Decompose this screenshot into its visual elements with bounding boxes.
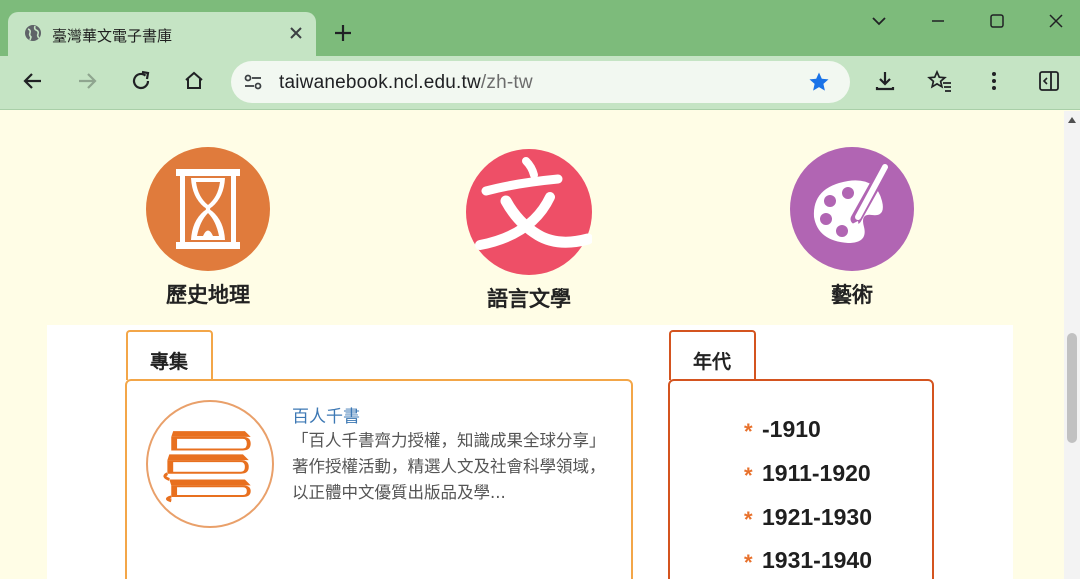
books-icon [163,431,251,503]
hourglass-icon [176,169,240,249]
download-icon[interactable] [872,68,898,94]
globe-icon [25,25,41,41]
close-icon[interactable] [286,23,306,43]
tab-collection[interactable]: 專集 [126,330,213,380]
url-text: taiwanebook.ncl.edu.tw/zh-tw [279,72,533,94]
category-history-circle[interactable] [146,147,270,271]
side-panel-icon[interactable] [1036,68,1062,94]
content-area: 專集 百人千書 「百人千書齊力授權，知識成果全球分享」著作授權活動，精選人文及社… [47,325,1013,579]
era-panel: * -1910 * 1911-1920 * 1921-1930 * 1931-1… [668,379,934,579]
web-page: 歷史地理 語言文學 藝術 專集 百人千書 「百人千書齊力授權，知識成果全球分享」… [0,111,1064,579]
maximize-icon[interactable] [984,8,1010,34]
decade-link[interactable]: * 1921-1930 [744,497,872,537]
collection-item-title[interactable]: 百人千書 [292,402,360,427]
decade-link[interactable]: * -1910 [744,409,821,449]
page-scrollbar[interactable] [1064,111,1080,579]
tab-collection-label: 專集 [150,351,189,373]
new-tab-icon[interactable] [331,21,355,45]
collection-panel: 百人千書 「百人千書齊力授權，知識成果全球分享」著作授權活動，精選人文及社會科學… [125,379,633,579]
category-label: 藝術 [831,283,873,307]
tab-strip: 臺灣華文電子書庫 [0,0,1080,56]
decade-label: 1911-1920 [762,459,871,486]
tab-era[interactable]: 年代 [669,330,756,380]
tab-title: 臺灣華文電子書庫 [52,27,173,45]
decade-link[interactable]: * 1911-1920 [744,453,871,493]
category-language-literature[interactable]: 語言文學 [466,149,594,313]
tab-search-chevron-icon[interactable] [866,8,892,34]
category-arts-circle[interactable] [790,147,914,271]
back-arrow-icon[interactable] [20,68,46,94]
decade-label: 1931-1940 [762,546,872,573]
collection-item-image[interactable] [146,400,274,528]
url-path: /zh-tw [480,72,533,93]
asterisk-icon: * [744,550,753,575]
decade-label: -1910 [762,415,821,442]
asterisk-icon: * [744,507,753,532]
palette-icon [813,163,890,243]
forward-arrow-icon[interactable] [74,68,100,94]
asterisk-icon: * [744,463,753,488]
reload-icon[interactable] [128,68,154,94]
bookmarks-list-icon[interactable] [927,68,953,94]
window-close-icon[interactable] [1043,8,1069,34]
scrollbar-thumb[interactable] [1067,333,1077,443]
category-arts[interactable]: 藝術 [790,147,914,309]
collection-item-description: 「百人千書齊力授權，知識成果全球分享」著作授權活動，精選人文及社會科學領域，以正… [292,431,606,502]
address-bar[interactable]: taiwanebook.ncl.edu.tw/zh-tw [231,61,850,103]
browser-tab[interactable]: 臺灣華文電子書庫 [8,12,316,56]
url-host: taiwanebook.ncl.edu.tw [279,72,481,93]
category-literature-circle[interactable] [466,149,594,275]
minimize-icon[interactable] [925,8,951,34]
site-info-icon[interactable] [241,70,265,94]
asterisk-icon: * [744,419,753,444]
scroll-up-arrow-icon[interactable] [1068,117,1076,123]
category-label: 歷史地理 [166,283,250,307]
decade-link[interactable]: * 1931-1940 [744,540,872,579]
home-icon[interactable] [181,68,207,94]
decade-label: 1921-1930 [762,503,872,530]
browser-toolbar: taiwanebook.ncl.edu.tw/zh-tw [0,56,1080,110]
category-label: 語言文學 [487,287,571,311]
wen-character-icon [475,157,594,250]
more-menu-icon[interactable] [981,68,1007,94]
tab-era-label: 年代 [693,351,732,373]
category-history-geography[interactable]: 歷史地理 [146,147,270,309]
bookmark-star-icon[interactable] [807,70,831,94]
